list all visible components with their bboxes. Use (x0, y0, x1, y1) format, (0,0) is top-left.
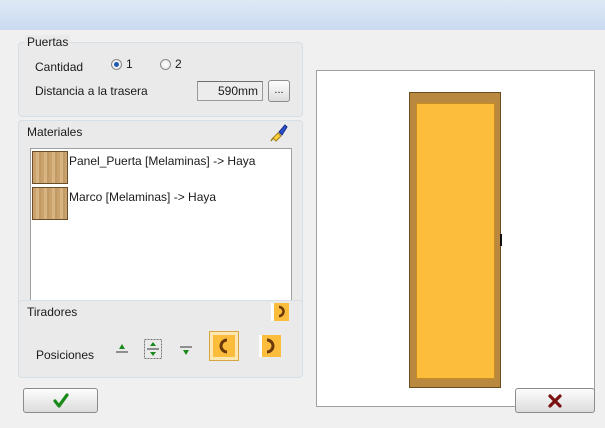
list-item-label: Marco [Melaminas] -> Haya (69, 190, 217, 204)
materiales-group: Materiales Panel_Puerta [Melaminas] -> H… (18, 120, 303, 322)
puertas-group-title: Puertas (25, 35, 71, 49)
handle-right-button[interactable] (255, 331, 285, 361)
materiales-list[interactable]: Panel_Puerta [Melaminas] -> Haya Marco [… (30, 148, 292, 310)
cantidad-label: Cantidad (35, 60, 84, 74)
cantidad-radio-1-label: 1 (126, 57, 133, 71)
title-bar (0, 0, 605, 31)
puertas-group: Puertas Cantidad 1 2 Distancia a la tras… (18, 35, 303, 117)
cancel-button[interactable] (515, 388, 595, 413)
list-item[interactable]: Marco [Melaminas] -> Haya (31, 186, 289, 222)
materiales-group-title: Materiales (27, 125, 83, 139)
position-top-icon[interactable] (115, 342, 129, 356)
close-icon (548, 394, 562, 408)
handle-left-button[interactable] (209, 331, 239, 361)
door-preview (316, 70, 595, 407)
material-swatch-icon (32, 187, 68, 220)
tiradores-group: Tiradores Posiciones (18, 300, 303, 378)
cantidad-radio-2-label: 2 (175, 57, 182, 71)
cantidad-radio-1[interactable] (111, 59, 122, 70)
door-handle (500, 234, 502, 246)
checkmark-icon (52, 393, 69, 408)
door-panel (416, 103, 495, 379)
posiciones-label: Posiciones (36, 348, 95, 362)
paint-brush-icon[interactable] (269, 122, 289, 142)
dialog-window: Puertas Cantidad 1 2 Distancia a la tras… (0, 0, 605, 428)
distancia-browse-button[interactable]: ... (268, 80, 290, 102)
list-item-label: Panel_Puerta [Melaminas] -> Haya (69, 154, 256, 168)
position-center-icon[interactable] (144, 339, 162, 359)
position-bottom-icon[interactable] (179, 343, 193, 357)
tiradores-group-title: Tiradores (27, 305, 78, 319)
list-item[interactable]: Panel_Puerta [Melaminas] -> Haya (31, 150, 289, 186)
tirador-corner-icon (271, 303, 289, 321)
distancia-input[interactable]: 590mm (197, 81, 263, 101)
cantidad-radio-2[interactable] (160, 59, 171, 70)
dialog-client-area: Puertas Cantidad 1 2 Distancia a la tras… (0, 30, 605, 428)
accept-button[interactable] (23, 388, 98, 413)
distancia-label: Distancia a la trasera (35, 84, 148, 98)
material-swatch-icon (32, 151, 68, 184)
